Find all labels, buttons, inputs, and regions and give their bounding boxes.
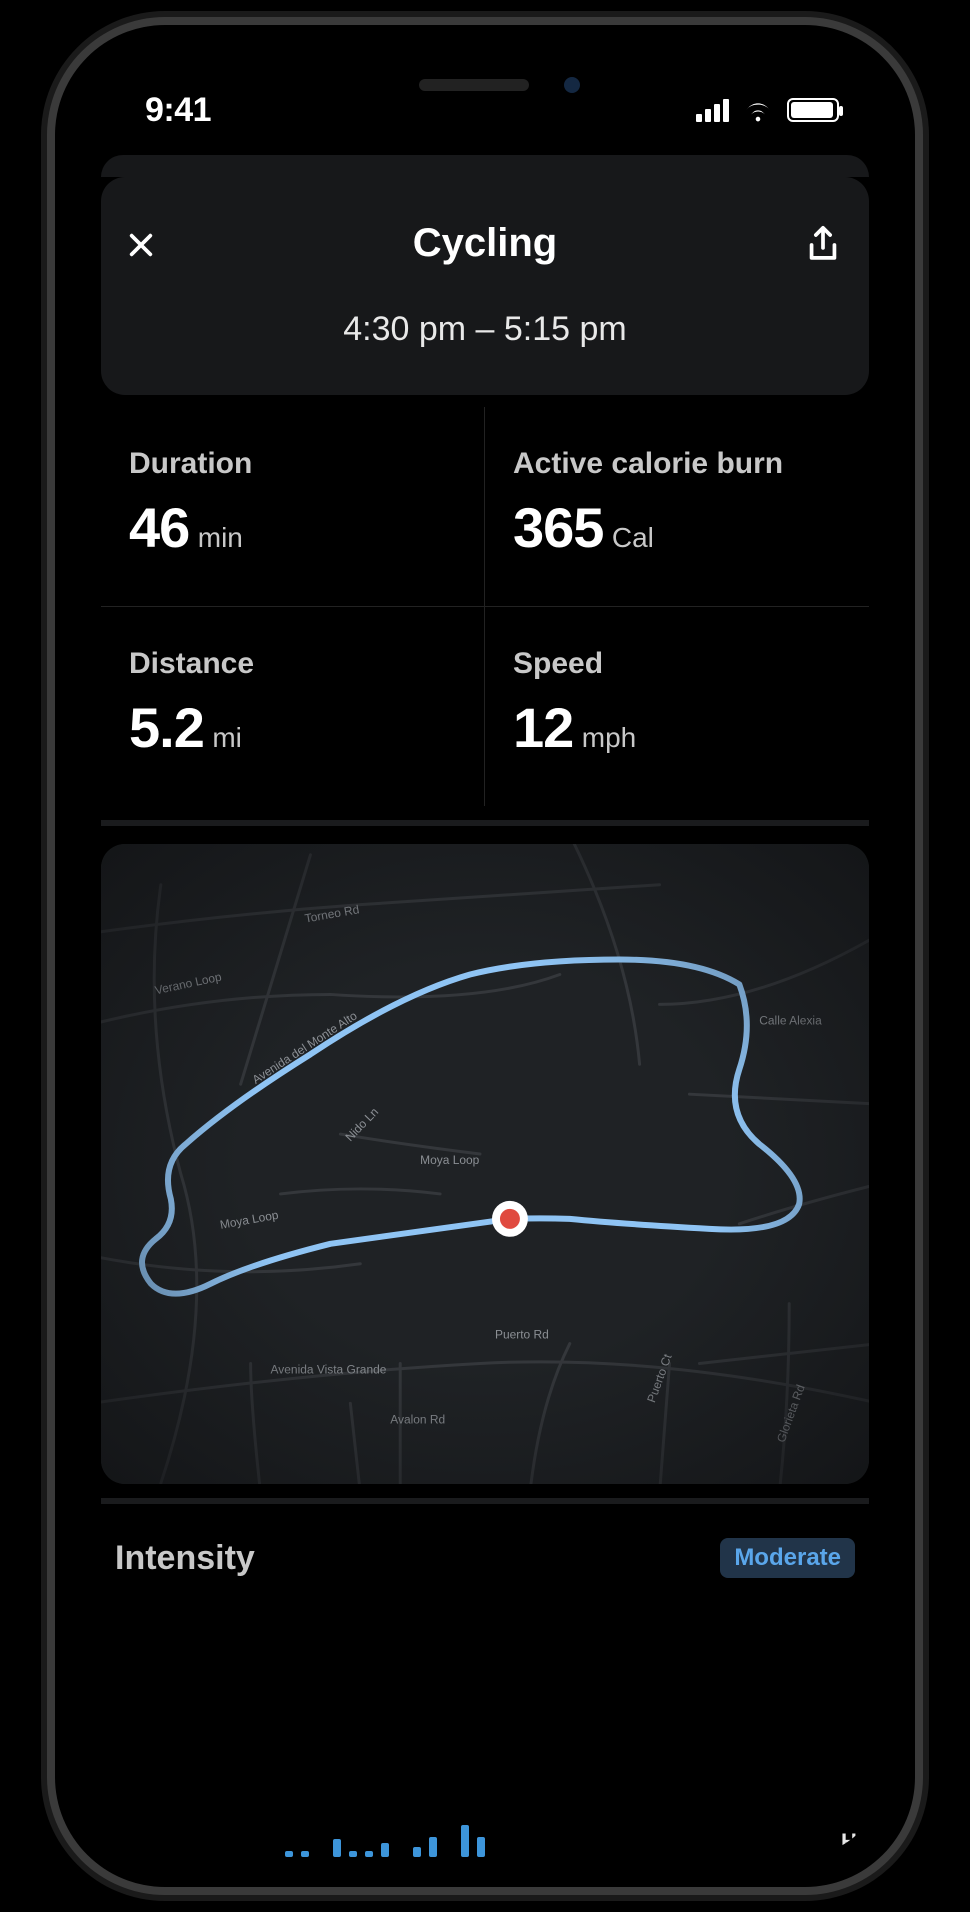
street-label: Verano Loop xyxy=(154,970,224,998)
phone-side-button xyxy=(924,450,934,650)
stat-speed: Speed 12 mph xyxy=(485,607,869,806)
stat-unit: Cal xyxy=(612,522,654,553)
intensity-badge[interactable]: Moderate xyxy=(720,1538,855,1578)
street-label: Avalon Rd xyxy=(390,1412,445,1426)
stat-value: 365 xyxy=(513,496,603,559)
intensity-axis-high: Hi xyxy=(841,1829,863,1855)
stat-label: Active calorie burn xyxy=(513,447,841,481)
section-divider xyxy=(101,1498,869,1504)
route-map[interactable]: Torneo Rd Verano Loop Avenida del Monte … xyxy=(101,844,869,1484)
battery-icon xyxy=(787,98,839,122)
street-label: Puerto Ct xyxy=(644,1352,675,1405)
intensity-label: Intensity xyxy=(115,1539,255,1578)
stats-grid: Duration 46 min Active calorie burn 365 … xyxy=(101,407,869,806)
activity-header-card: Cycling 4:30 pm – 5:15 pm xyxy=(101,177,869,395)
stat-label: Duration xyxy=(129,447,456,481)
phone-frame: 9:41 xyxy=(55,25,915,1887)
close-button[interactable] xyxy=(121,225,161,265)
share-button[interactable] xyxy=(801,223,845,267)
section-divider xyxy=(101,820,869,826)
stat-label: Distance xyxy=(129,647,456,681)
route-path xyxy=(142,960,800,1294)
stat-value: 12 xyxy=(513,696,573,759)
close-icon xyxy=(125,229,157,261)
stat-distance: Distance 5.2 mi xyxy=(101,607,485,806)
stat-calories: Active calorie burn 365 Cal xyxy=(485,407,869,607)
status-clock: 9:41 xyxy=(145,91,211,130)
notch xyxy=(320,55,650,111)
street-label: Moya Loop xyxy=(420,1153,479,1167)
card-peek xyxy=(101,155,869,177)
intensity-row: Intensity Moderate xyxy=(115,1538,855,1578)
street-label: Puerto Rd xyxy=(495,1328,549,1342)
street-label: Avenida del Monte Alto xyxy=(250,1008,360,1086)
street-label: Calle Alexia xyxy=(759,1013,822,1027)
street-label: Moya Loop xyxy=(219,1208,280,1232)
stat-unit: mi xyxy=(212,722,242,753)
intensity-chart-bars xyxy=(285,1817,485,1857)
street-label: Glorieta Rd xyxy=(774,1383,808,1445)
map-canvas: Torneo Rd Verano Loop Avenida del Monte … xyxy=(101,844,869,1484)
stat-label: Speed xyxy=(513,647,841,681)
wifi-icon xyxy=(741,98,775,122)
activity-time-range: 4:30 pm – 5:15 pm xyxy=(131,310,839,349)
phone-side-button xyxy=(36,570,46,700)
stat-unit: mph xyxy=(582,722,636,753)
share-icon xyxy=(805,225,841,265)
activity-title: Cycling xyxy=(131,221,839,266)
stat-duration: Duration 46 min xyxy=(101,407,485,607)
content-scroll[interactable]: Cycling 4:30 pm – 5:15 pm Duration 46 mi… xyxy=(85,55,885,1857)
cellular-signal-icon xyxy=(696,99,729,122)
current-location-marker xyxy=(492,1201,528,1237)
phone-side-button xyxy=(36,410,46,540)
phone-side-button xyxy=(36,290,46,360)
stat-value: 46 xyxy=(129,496,189,559)
screen: 9:41 xyxy=(85,55,885,1857)
street-label: Avenida Vista Grande xyxy=(271,1362,387,1376)
stat-unit: min xyxy=(198,522,243,553)
stat-value: 5.2 xyxy=(129,696,204,759)
